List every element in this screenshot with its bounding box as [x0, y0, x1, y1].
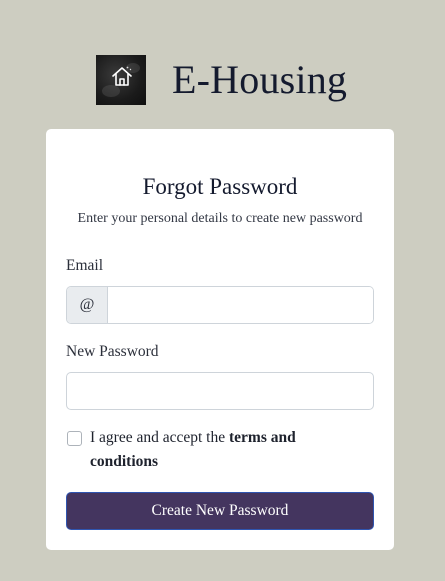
- new-password-label: New Password: [66, 343, 159, 360]
- email-input-group: @: [66, 286, 374, 324]
- forgot-password-card: Forgot Password Enter your personal deta…: [46, 129, 394, 550]
- house-icon: [112, 66, 132, 86]
- new-password-input[interactable]: [66, 372, 374, 410]
- create-new-password-button[interactable]: Create New Password: [66, 492, 374, 530]
- email-input[interactable]: [108, 287, 373, 323]
- brand-title: E-Housing: [172, 57, 348, 102]
- terms-prefix: I agree and accept the: [90, 429, 229, 446]
- terms-text: I agree and accept the terms and conditi…: [90, 426, 350, 474]
- card-subtitle: Enter your personal details to create ne…: [77, 211, 363, 226]
- brand-header: E-Housing: [96, 55, 347, 105]
- at-sign-addon: @: [67, 287, 108, 323]
- card-title: Forgot Password: [142, 174, 298, 199]
- email-label: Email: [66, 257, 104, 274]
- logo: [96, 55, 146, 105]
- terms-checkbox[interactable]: [67, 431, 82, 446]
